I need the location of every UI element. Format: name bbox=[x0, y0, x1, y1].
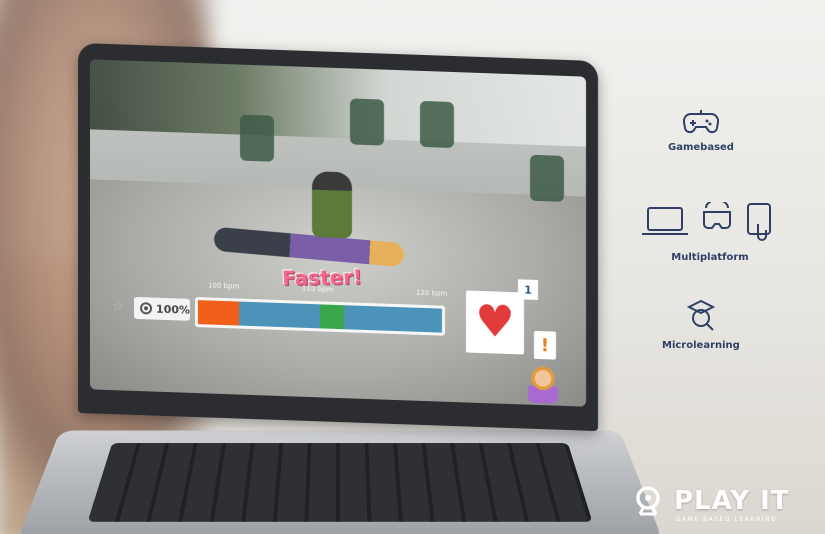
promo-scene: Faster! 100 bpm 110 bpm 120 bpm ☆ 100% ♥… bbox=[0, 0, 825, 534]
office-chair bbox=[350, 98, 384, 146]
gamepad-icon bbox=[682, 110, 719, 134]
target-icon bbox=[140, 302, 152, 315]
rescuer-character bbox=[312, 171, 352, 239]
star-icon: ☆ bbox=[112, 299, 124, 315]
brand-name: PLAY IT bbox=[674, 486, 790, 516]
office-chair bbox=[240, 114, 274, 162]
feature-label: Gamebased bbox=[668, 142, 734, 153]
feature-microlearning: Microlearning bbox=[662, 298, 740, 351]
office-windows bbox=[90, 59, 586, 147]
rate-bar-target bbox=[320, 304, 345, 330]
score-badge: 100% bbox=[134, 296, 190, 321]
graduation-search-icon bbox=[686, 299, 716, 331]
keyboard bbox=[87, 443, 593, 522]
heart-count: 1 bbox=[518, 279, 538, 300]
feature-label: Microlearning bbox=[662, 340, 740, 351]
feature-multiplatform: Multiplatform bbox=[640, 202, 780, 263]
brand-logo: PLAY IT GAME BASED LEARNING bbox=[632, 484, 790, 523]
office-chair bbox=[530, 154, 564, 202]
heart-icon: ♥ bbox=[475, 295, 515, 349]
game-screen: Faster! 100 bpm 110 bpm 120 bpm ☆ 100% ♥… bbox=[90, 59, 586, 407]
nurse-avatar bbox=[528, 364, 558, 404]
devices-icon bbox=[642, 202, 771, 241]
bpm-high-label: 120 bpm bbox=[416, 288, 448, 298]
rate-bar-too-slow bbox=[198, 300, 240, 326]
rate-bar-track bbox=[198, 300, 442, 333]
magnifier-logo-icon bbox=[636, 486, 660, 516]
heart-panel: ♥ bbox=[466, 290, 524, 355]
bpm-mid-label: 110 bpm bbox=[302, 284, 334, 294]
feature-gamebased: Gamebased bbox=[668, 108, 734, 153]
feature-label: Multiplatform bbox=[671, 252, 749, 263]
brand-tagline: GAME BASED LEARNING bbox=[676, 516, 778, 523]
office-chair bbox=[420, 100, 454, 149]
laptop-base bbox=[16, 430, 664, 534]
bpm-low-label: 100 bpm bbox=[208, 281, 240, 291]
alert-icon[interactable]: ! bbox=[534, 330, 556, 360]
laptop-lid: Faster! 100 bpm 110 bpm 120 bpm ☆ 100% ♥… bbox=[78, 42, 598, 432]
score-percent: 100% bbox=[156, 302, 190, 317]
